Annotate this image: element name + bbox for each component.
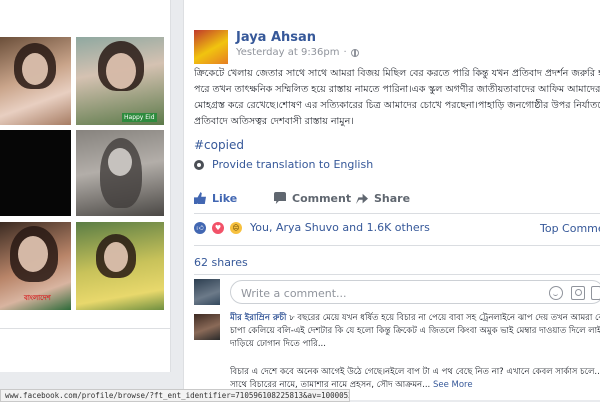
timestamp-text[interactable]: Yesterday at 9:36pm	[236, 47, 340, 58]
commenter-name[interactable]: মীর ইরাম্রিন রুচী	[230, 313, 286, 323]
settings-icon	[194, 159, 204, 170]
like-reaction-icon: 👍︎	[194, 221, 206, 234]
photo-caption: Happy Eid	[122, 113, 157, 122]
reactions-text[interactable]: You, Arya Shuvo and 1.6K others	[250, 221, 430, 234]
thumbs-up-icon	[194, 192, 206, 204]
photo-thumbnail[interactable]	[0, 37, 71, 125]
post-author[interactable]: Jaya Ahsan	[236, 30, 316, 45]
post-text-line: ক্রিকেটে খেলায় জেতার সাথে সাথে আমরা বিজ…	[194, 68, 600, 79]
share-button[interactable]: Share	[356, 187, 446, 209]
post-card: Jaya Ahsan Yesterday at 9:36pm · ক্রিকেট…	[183, 0, 600, 400]
photo-thumbnail[interactable]	[0, 130, 71, 216]
comment-text-line: দাড়িয়ে ঢোগান দিতে পারি...	[230, 339, 326, 349]
photos-panel: Happy Eid বাংলাদেশ	[0, 0, 171, 372]
reactions-summary[interactable]: 👍︎ ♥ ☹ You, Arya Shuvo and 1.6K others	[194, 221, 430, 234]
camera-icon[interactable]	[571, 286, 585, 300]
photo-thumbnail[interactable]	[76, 222, 164, 310]
photo-thumbnail[interactable]	[76, 130, 164, 216]
share-icon	[356, 193, 368, 204]
like-button[interactable]: Like	[194, 187, 274, 209]
post-text: ক্রিকেটে খেলায় জেতার সাথে সাথে আমরা বিজ…	[194, 66, 600, 130]
comment-icon	[274, 192, 286, 204]
love-reaction-icon: ♥	[212, 221, 224, 234]
divider	[194, 213, 600, 214]
top-comments-toggle[interactable]: Top Comments	[540, 222, 600, 235]
post-text-line: প্রতিবাদে অতিসত্বর দেশবাসী রাস্তায় নামু…	[194, 116, 354, 127]
photo-thumbnail[interactable]: Happy Eid	[76, 37, 164, 125]
comment-text-line: ৮ বছরের মেয়ে যখন ধর্ষিত হয়ে বিচার না প…	[289, 313, 600, 323]
sad-reaction-icon: ☹	[230, 221, 242, 234]
emoji-icon[interactable]	[549, 286, 563, 300]
photo-thumbnail[interactable]: বাংলাদেশ	[0, 222, 71, 310]
post-text-line: মোহগ্রস্ত করে রেখেছে।শোষণ এর সত্যিকারের …	[194, 100, 600, 111]
comment-button[interactable]: Comment	[274, 187, 356, 209]
share-label: Share	[374, 191, 411, 205]
photo-caption: বাংলাদেশ	[24, 294, 51, 302]
gif-icon[interactable]	[591, 286, 600, 300]
post-actions: Like Comment Share	[194, 187, 594, 209]
translate-link[interactable]: Provide translation to English	[194, 158, 373, 171]
translate-label[interactable]: Provide translation to English	[212, 158, 373, 171]
comment-input[interactable]	[239, 284, 533, 302]
commenter-avatar[interactable]	[194, 314, 220, 340]
comment-label: Comment	[292, 191, 352, 205]
like-label: Like	[212, 191, 238, 205]
hashtag-link[interactable]: #copied	[194, 138, 244, 152]
status-bar-url: www.facebook.com/profile/browse/?ft_ent_…	[0, 389, 350, 402]
post-timestamp[interactable]: Yesterday at 9:36pm ·	[236, 47, 359, 58]
comment-box[interactable]	[230, 280, 600, 304]
panel-footer	[0, 328, 170, 373]
post-text-line: পরে তখন তাৎক্ষনিক সম্মিলিত হয়ে রাস্তায়…	[194, 84, 600, 95]
divider	[194, 245, 600, 246]
divider	[194, 274, 600, 275]
globe-icon	[350, 48, 359, 57]
comment-text-line: চাপা কেলিয়ে বলি-এই দেশটার কি যে হলো কিন…	[230, 326, 600, 336]
author-avatar[interactable]	[194, 30, 228, 64]
comment-text-line: বিচার এ দেশে কবে অনেক আগেই উঠে গেছে।নইলে…	[230, 367, 600, 377]
comment: মীর ইরাম্রিন রুচী ৮ বছরের মেয়ে যখন ধর্ষ…	[230, 312, 600, 351]
current-user-avatar	[194, 279, 220, 305]
shares-count[interactable]: 62 shares	[194, 256, 248, 269]
see-more-link[interactable]: See More	[433, 380, 473, 390]
